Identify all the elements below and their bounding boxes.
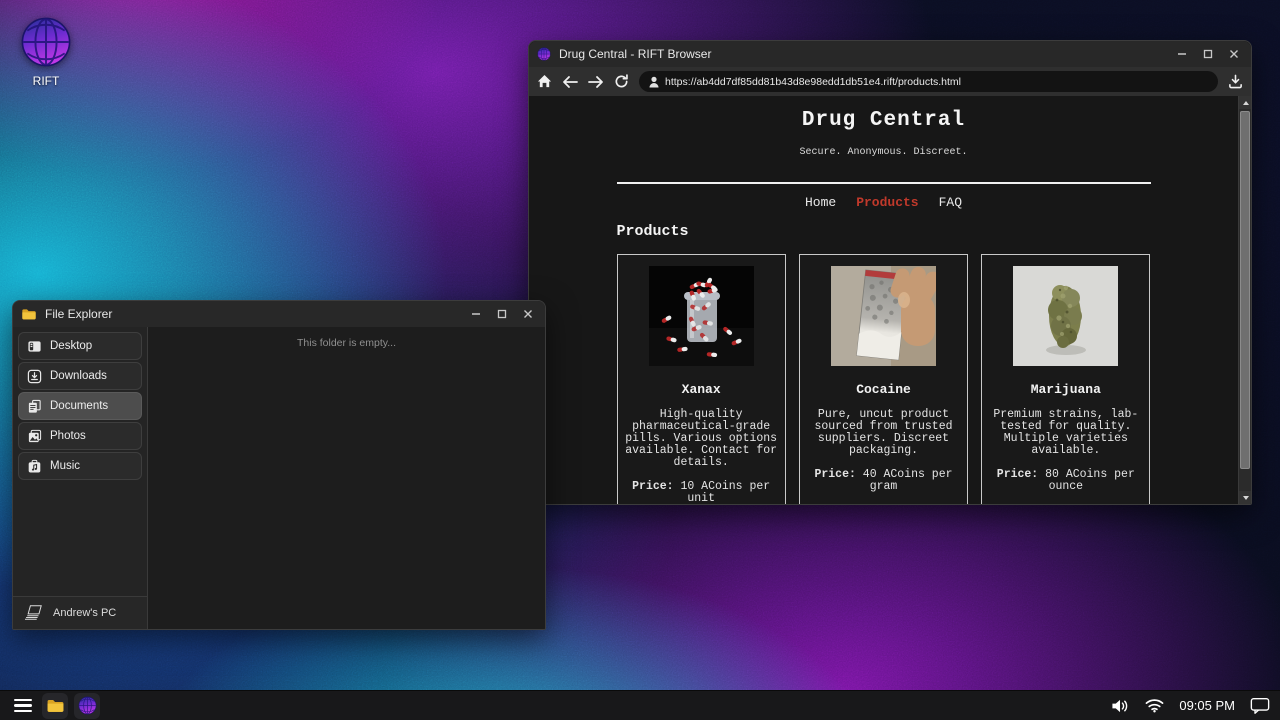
download-button[interactable] xyxy=(1228,74,1243,89)
forward-arrow-icon xyxy=(588,75,604,89)
scrollbar-thumb[interactable] xyxy=(1240,111,1250,469)
close-icon[interactable] xyxy=(523,309,533,319)
file-explorer-content: This folder is empty... xyxy=(148,327,545,629)
volume-button[interactable] xyxy=(1111,698,1130,714)
sidebar-item-music[interactable]: Music xyxy=(18,452,142,480)
folder-icon xyxy=(21,306,37,322)
nav-link-faq[interactable]: FAQ xyxy=(939,195,962,210)
chat-bubble-icon xyxy=(1250,697,1270,714)
minimize-icon[interactable] xyxy=(471,309,481,319)
browser-window-title: Drug Central - RIFT Browser xyxy=(559,47,711,61)
music-icon xyxy=(27,459,42,474)
taskbar: 09:05 PM xyxy=(0,690,1280,720)
xanax-product-image xyxy=(649,266,754,366)
browser-titlebar[interactable]: Drug Central - RIFT Browser xyxy=(529,41,1251,67)
url-text: https://ab4dd7df85dd81b43d8e98edd1db51e4… xyxy=(665,76,961,88)
forward-button[interactable] xyxy=(588,75,604,89)
url-bar[interactable]: https://ab4dd7df85dd81b43d8e98edd1db51e4… xyxy=(639,71,1218,92)
sidebar-item-label: Music xyxy=(50,460,80,472)
sidebar-item-documents[interactable]: Documents xyxy=(18,392,142,420)
product-name: Xanax xyxy=(625,382,778,397)
file-explorer-window: File Explorer Desktop xyxy=(12,300,546,630)
sidebar-item-device[interactable]: Andrew's PC xyxy=(13,596,147,629)
device-name: Andrew's PC xyxy=(53,607,116,619)
page-nav: Home Products FAQ xyxy=(617,195,1151,210)
volume-icon xyxy=(1111,698,1130,714)
wifi-icon xyxy=(1145,698,1164,713)
rift-globe-icon xyxy=(78,696,97,715)
file-explorer-window-title: File Explorer xyxy=(45,307,112,321)
browser-scrollbar[interactable] xyxy=(1238,96,1251,504)
webpage: Drug Central Secure. Anonymous. Discreet… xyxy=(529,96,1238,504)
back-button[interactable] xyxy=(562,75,578,89)
product-name: Marijuana xyxy=(989,382,1142,397)
cocaine-product-image xyxy=(831,266,936,366)
rift-browser-icon xyxy=(537,47,551,61)
page-title: Drug Central xyxy=(617,109,1151,132)
sidebar-item-desktop[interactable]: Desktop xyxy=(18,332,142,360)
close-icon[interactable] xyxy=(1229,49,1239,59)
browser-window: Drug Central - RIFT Browser xyxy=(528,40,1252,505)
menu-icon xyxy=(14,699,32,702)
sidebar-item-label: Desktop xyxy=(50,340,92,352)
product-grid: Xanax High-quality pharmaceutical-grade … xyxy=(617,254,1151,504)
folder-icon xyxy=(46,696,65,715)
browser-toolbar: https://ab4dd7df85dd81b43d8e98edd1db51e4… xyxy=(529,67,1251,96)
product-name: Cocaine xyxy=(807,382,960,397)
product-card-cocaine: Cocaine Pure, uncut product sourced from… xyxy=(799,254,968,504)
sidebar-item-photos[interactable]: Photos xyxy=(18,422,142,450)
product-card-marijuana: Marijuana Premium strains, lab-tested fo… xyxy=(981,254,1150,504)
product-price: Price: 40 ACoins per gram xyxy=(807,469,960,493)
sidebar-item-label: Downloads xyxy=(50,370,107,382)
section-heading: Products xyxy=(617,223,1151,240)
maximize-icon[interactable] xyxy=(497,309,507,319)
download-icon xyxy=(1228,74,1243,89)
product-price: Price: 80 ACoins per ounce xyxy=(989,469,1142,493)
taskbar-rift-browser-button[interactable] xyxy=(74,693,100,719)
photos-icon xyxy=(27,429,42,444)
nav-link-products[interactable]: Products xyxy=(856,195,918,210)
download-icon xyxy=(27,369,42,384)
documents-icon xyxy=(27,399,42,414)
file-explorer-sidebar: Desktop Downloads Documents xyxy=(13,327,148,629)
product-card-xanax: Xanax High-quality pharmaceutical-grade … xyxy=(617,254,786,504)
sidebar-item-downloads[interactable]: Downloads xyxy=(18,362,142,390)
product-price: Price: 10 ACoins per unit xyxy=(625,481,778,504)
desktop: RIFT Drug Central - RIFT Browser xyxy=(0,0,1280,720)
scroll-up-arrow[interactable] xyxy=(1239,96,1251,109)
maximize-icon[interactable] xyxy=(1203,49,1213,59)
rift-globe-icon xyxy=(20,16,72,68)
home-icon xyxy=(537,74,552,89)
scroll-down-arrow[interactable] xyxy=(1239,491,1251,504)
product-description: Pure, uncut product sourced from trusted… xyxy=(807,409,960,457)
refresh-button[interactable] xyxy=(614,74,629,89)
empty-folder-message: This folder is empty... xyxy=(148,337,545,349)
nav-link-home[interactable]: Home xyxy=(805,195,836,210)
sidebar-item-label: Photos xyxy=(50,430,86,442)
wifi-button[interactable] xyxy=(1145,698,1164,713)
sidebar-item-label: Documents xyxy=(50,400,108,412)
desktop-icon-label: RIFT xyxy=(14,74,78,88)
file-explorer-titlebar[interactable]: File Explorer xyxy=(13,301,545,327)
product-description: Premium strains, lab-tested for quality.… xyxy=(989,409,1142,457)
page-tagline: Secure. Anonymous. Discreet. xyxy=(617,147,1151,158)
identity-person-icon xyxy=(649,76,659,88)
notifications-button[interactable] xyxy=(1250,697,1270,714)
divider xyxy=(617,182,1151,184)
home-button[interactable] xyxy=(537,74,552,89)
marijuana-product-image xyxy=(1013,266,1118,366)
minimize-icon[interactable] xyxy=(1177,49,1187,59)
clock[interactable]: 09:05 PM xyxy=(1179,698,1235,713)
browser-viewport: Drug Central Secure. Anonymous. Discreet… xyxy=(529,96,1251,504)
desktop-icon xyxy=(27,339,42,354)
back-arrow-icon xyxy=(562,75,578,89)
refresh-icon xyxy=(614,74,629,89)
computer-icon xyxy=(23,604,45,622)
desktop-icon-rift[interactable]: RIFT xyxy=(14,16,78,88)
taskbar-file-explorer-button[interactable] xyxy=(42,693,68,719)
start-menu-button[interactable] xyxy=(10,694,36,718)
product-description: High-quality pharmaceutical-grade pills.… xyxy=(625,409,778,469)
